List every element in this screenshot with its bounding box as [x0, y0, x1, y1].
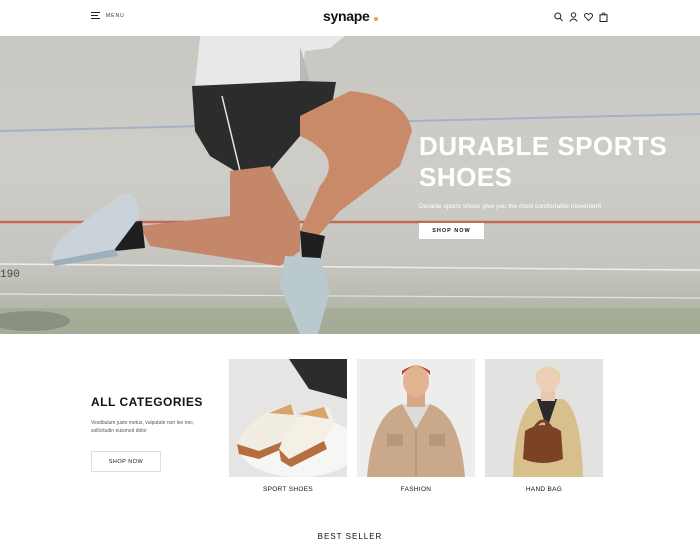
search-icon[interactable] — [554, 12, 563, 22]
fashion-label[interactable]: FASHION — [357, 486, 475, 493]
hamburger-icon — [91, 12, 100, 19]
sport-shoes-label[interactable]: SPORT SHOES — [229, 486, 347, 493]
hero-title-line2: SHOES — [419, 162, 513, 192]
bag-icon[interactable] — [599, 12, 608, 22]
categories-description: Vestibulum justo metus, vulputate non le… — [91, 420, 195, 434]
header-actions — [554, 12, 608, 22]
categories-title: ALL CATEGORIES — [91, 395, 203, 409]
site-header: MENU synape — [0, 0, 700, 36]
user-icon[interactable] — [569, 12, 578, 22]
menu-button[interactable]: MENU — [91, 12, 125, 19]
hand-bag-label[interactable]: HAND BAG — [485, 486, 603, 493]
best-seller-title: BEST SELLER — [317, 532, 383, 541]
category-card-sport-shoes[interactable]: SPORT SHOES — [229, 359, 347, 493]
menu-label: MENU — [106, 12, 125, 19]
track-number: 190 — [0, 269, 20, 281]
hero-banner: 190 DURABLE SPORTS SHOES Durable sports … — [0, 36, 700, 334]
site-logo[interactable]: synape — [323, 8, 370, 24]
categories-shop-now-button[interactable]: SHOP NOW — [91, 451, 161, 472]
heart-icon[interactable] — [584, 12, 593, 22]
logo-dot — [374, 17, 378, 21]
category-card-fashion[interactable]: FASHION — [357, 359, 475, 493]
hero-subtitle: Durable sports shoes give you the most c… — [419, 203, 602, 210]
hero-title: DURABLE SPORTS SHOES — [419, 131, 667, 193]
category-card-hand-bag[interactable]: HAND BAG — [485, 359, 603, 493]
sport-shoes-image[interactable] — [229, 359, 347, 477]
hand-bag-image[interactable] — [485, 359, 603, 477]
fashion-image[interactable] — [357, 359, 475, 477]
hero-shop-now-button[interactable]: SHOP NOW — [419, 223, 484, 239]
hero-title-line1: DURABLE SPORTS — [419, 131, 668, 161]
